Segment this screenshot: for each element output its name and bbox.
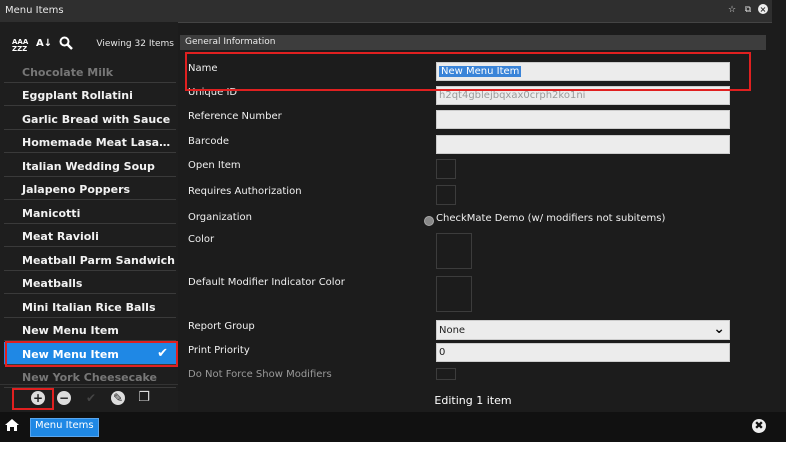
search-icon[interactable] (59, 36, 73, 54)
report-group-select[interactable]: None ⌄ (436, 320, 730, 340)
list-item[interactable]: Meatballs (4, 271, 176, 294)
list-item[interactable]: Mini Italian Rice Balls (4, 295, 176, 318)
list-footer: + − ✔ ✎ ❐ (0, 384, 178, 413)
list-item[interactable]: Meatball Parm Sandwich (4, 248, 176, 271)
requires-auth-label: Requires Authorization (188, 186, 302, 197)
list-item[interactable]: New Menu Item (4, 318, 176, 341)
organization-value: CheckMate Demo (w/ modifiers not subitem… (436, 213, 666, 224)
window-title: Menu Items (5, 5, 64, 16)
open-item-label: Open Item (188, 160, 241, 171)
home-icon[interactable] (4, 418, 20, 436)
color-label: Color (188, 234, 215, 245)
list-item[interactable]: Garlic Bread with Sauce (4, 107, 176, 130)
unique-id-label: Unique ID (188, 87, 238, 98)
unique-id-field: h2qt4gblejbqxax0crph2ko1ni (436, 86, 730, 105)
tab-menu-items[interactable]: Menu Items (30, 418, 99, 437)
star-icon[interactable]: ☆ (726, 4, 738, 16)
list-item[interactable]: Manicotti (4, 201, 176, 224)
open-item-checkbox[interactable] (436, 159, 456, 179)
checkmark-icon: ✔ (157, 346, 168, 361)
default-modifier-color-swatch[interactable] (436, 276, 472, 312)
no-force-modifiers-label: Do Not Force Show Modifiers (188, 369, 332, 380)
items-panel: AAA ZZZ A↓ Viewing 32 Items Chocolate Mil… (0, 22, 178, 412)
list-item[interactable]: Jalapeno Poppers (4, 177, 176, 200)
requires-auth-checkbox[interactable] (436, 185, 456, 205)
list-item-selected[interactable]: New Menu Item ✔ (4, 342, 176, 365)
name-input[interactable]: New Menu Item (436, 62, 730, 81)
remove-icon[interactable]: − (57, 391, 71, 405)
list-toolbar: AAA ZZZ A↓ Viewing 32 Items (0, 22, 178, 60)
section-header: General Information (180, 35, 766, 50)
organization-label: Organization (188, 212, 252, 223)
close-icon[interactable]: × (758, 4, 768, 14)
title-bar: Menu Items ☆ ⧉ × (0, 0, 772, 23)
default-modifier-color-label: Default Modifier Indicator Color (188, 277, 345, 288)
app-window: Menu Items ☆ ⧉ × AAA ZZZ A↓ Viewing 32 It… (0, 0, 786, 442)
section-title: General Information (185, 37, 276, 47)
chevron-down-icon: ⌄ (713, 321, 725, 337)
print-priority-label: Print Priority (188, 345, 250, 356)
print-priority-input[interactable]: 0 (436, 343, 730, 362)
add-icon[interactable]: + (31, 391, 45, 405)
color-swatch[interactable] (436, 233, 472, 269)
list-item[interactable]: Eggplant Rollatini (4, 83, 176, 106)
sort-order-icon[interactable]: A↓ (36, 38, 52, 49)
details-panel: General Information Name New Menu Item U… (180, 35, 766, 386)
list-item[interactable]: Meat Ravioli (4, 224, 176, 247)
barcode-input[interactable] (436, 135, 730, 154)
organization-radio[interactable] (424, 216, 434, 226)
reference-number-input[interactable] (436, 110, 730, 129)
report-group-value: None (439, 325, 466, 336)
edit-icon[interactable]: ✎ (111, 391, 125, 405)
editing-status: Editing 1 item (434, 394, 512, 407)
list-item[interactable]: Italian Wedding Soup (4, 154, 176, 177)
bottom-bar: Menu Items ✖ (0, 412, 786, 442)
list-item[interactable]: Chocolate Milk (4, 60, 176, 83)
copy-icon[interactable]: ❐ (137, 391, 151, 405)
name-label: Name (188, 63, 218, 74)
item-count: Viewing 32 Items (96, 39, 174, 49)
sort-alpha-icon[interactable]: AAA ZZZ (12, 39, 28, 53)
window-controls: ☆ ⧉ × (726, 4, 768, 16)
close-icon[interactable]: ✖ (752, 419, 766, 433)
list-item[interactable]: Homemade Meat Lasag... (4, 130, 176, 153)
list-item-label: New Menu Item (22, 348, 119, 361)
reference-number-label: Reference Number (188, 111, 282, 122)
barcode-label: Barcode (188, 136, 229, 147)
restore-icon[interactable]: ⧉ (742, 4, 754, 16)
report-group-label: Report Group (188, 321, 255, 332)
check-icon: ✔ (85, 391, 97, 405)
no-force-modifiers-checkbox[interactable] (436, 368, 456, 380)
name-value: New Menu Item (439, 66, 522, 77)
